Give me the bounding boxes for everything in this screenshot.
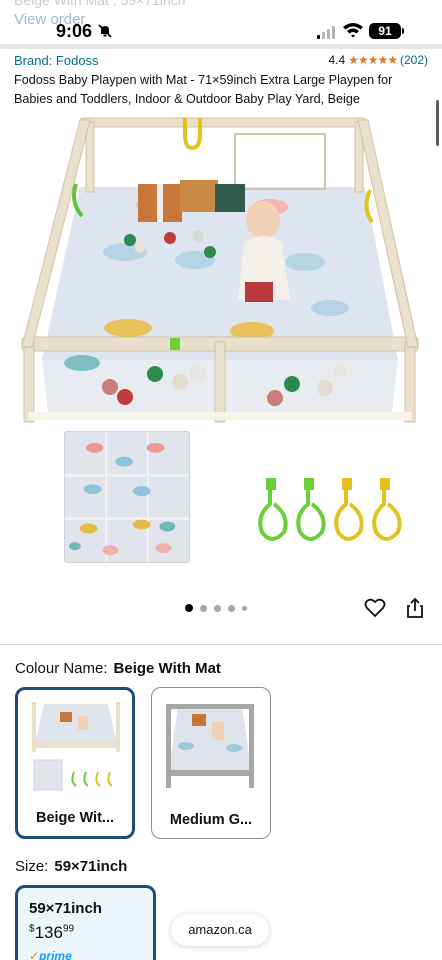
colour-label: Colour Name: (15, 660, 108, 677)
colour-option-medium-grey[interactable]: Medium G... (151, 687, 271, 839)
rating-summary[interactable]: 4.4 ★★★★★ (202) (329, 53, 429, 67)
share-icon[interactable] (405, 597, 425, 619)
scrollbar[interactable] (436, 100, 439, 146)
pager-dot[interactable] (242, 605, 247, 611)
star-rating-icon: ★★★★★ (348, 53, 398, 67)
heart-icon[interactable] (364, 597, 386, 619)
prime-label: prime (39, 949, 72, 960)
brand-link[interactable]: Brand: Fodoss (14, 53, 99, 68)
pager-dot-active[interactable] (185, 604, 193, 612)
ghost-product-title: Beige With Mat , 59×71inch (14, 0, 186, 8)
mat-detail-image[interactable] (64, 431, 190, 563)
size-label: Size: (15, 858, 49, 875)
battery-icon: 91 (369, 23, 401, 39)
battery-nub (402, 28, 404, 34)
colour-option-beige[interactable]: Beige Wit... (15, 687, 135, 839)
pager-dot[interactable] (200, 604, 207, 612)
rating-count[interactable]: (202) (400, 53, 428, 67)
size-option-name: 59×71inch (29, 900, 102, 917)
pager-dot[interactable] (228, 604, 235, 612)
product-title: Fodoss Baby Playpen with Mat - 71×59inch… (14, 73, 393, 106)
status-time: 9:06 (56, 21, 93, 41)
colour-option-label: Beige Wit... (35, 810, 114, 826)
section-divider (0, 644, 442, 645)
silent-bell-icon (98, 24, 112, 38)
colour-option-label: Medium G... (169, 812, 253, 828)
url-pill[interactable]: amazon.ca (171, 914, 269, 946)
size-option-price: $13699 (29, 923, 74, 943)
colour-value: Beige With Mat (113, 660, 221, 677)
image-pager[interactable] (185, 604, 247, 612)
beige-swatch-image (32, 702, 120, 791)
size-value: 59×71inch (54, 858, 128, 875)
prime-badge: ✓prime (29, 949, 72, 960)
grey-swatch-image (166, 704, 254, 788)
size-option-59x71[interactable]: 59×71inch $13699 ✓prime (15, 885, 156, 960)
size-heading: Size: 59×71inch (15, 858, 127, 875)
pager-dot[interactable] (214, 604, 221, 612)
price-fraction: 99 (62, 923, 75, 935)
rating-value: 4.4 (328, 53, 346, 67)
colour-heading: Colour Name: Beige With Mat (15, 660, 221, 677)
product-main-image[interactable] (20, 112, 420, 428)
header-divider (0, 44, 442, 49)
cell-signal-icon (317, 26, 335, 39)
wifi-icon (343, 23, 363, 38)
prime-check-icon: ✓ (29, 949, 40, 960)
handles-image[interactable] (250, 476, 410, 552)
price-whole: 136 (34, 923, 63, 942)
status-bar: Beige With Mat , 59×71inch View order 9:… (0, 0, 442, 46)
